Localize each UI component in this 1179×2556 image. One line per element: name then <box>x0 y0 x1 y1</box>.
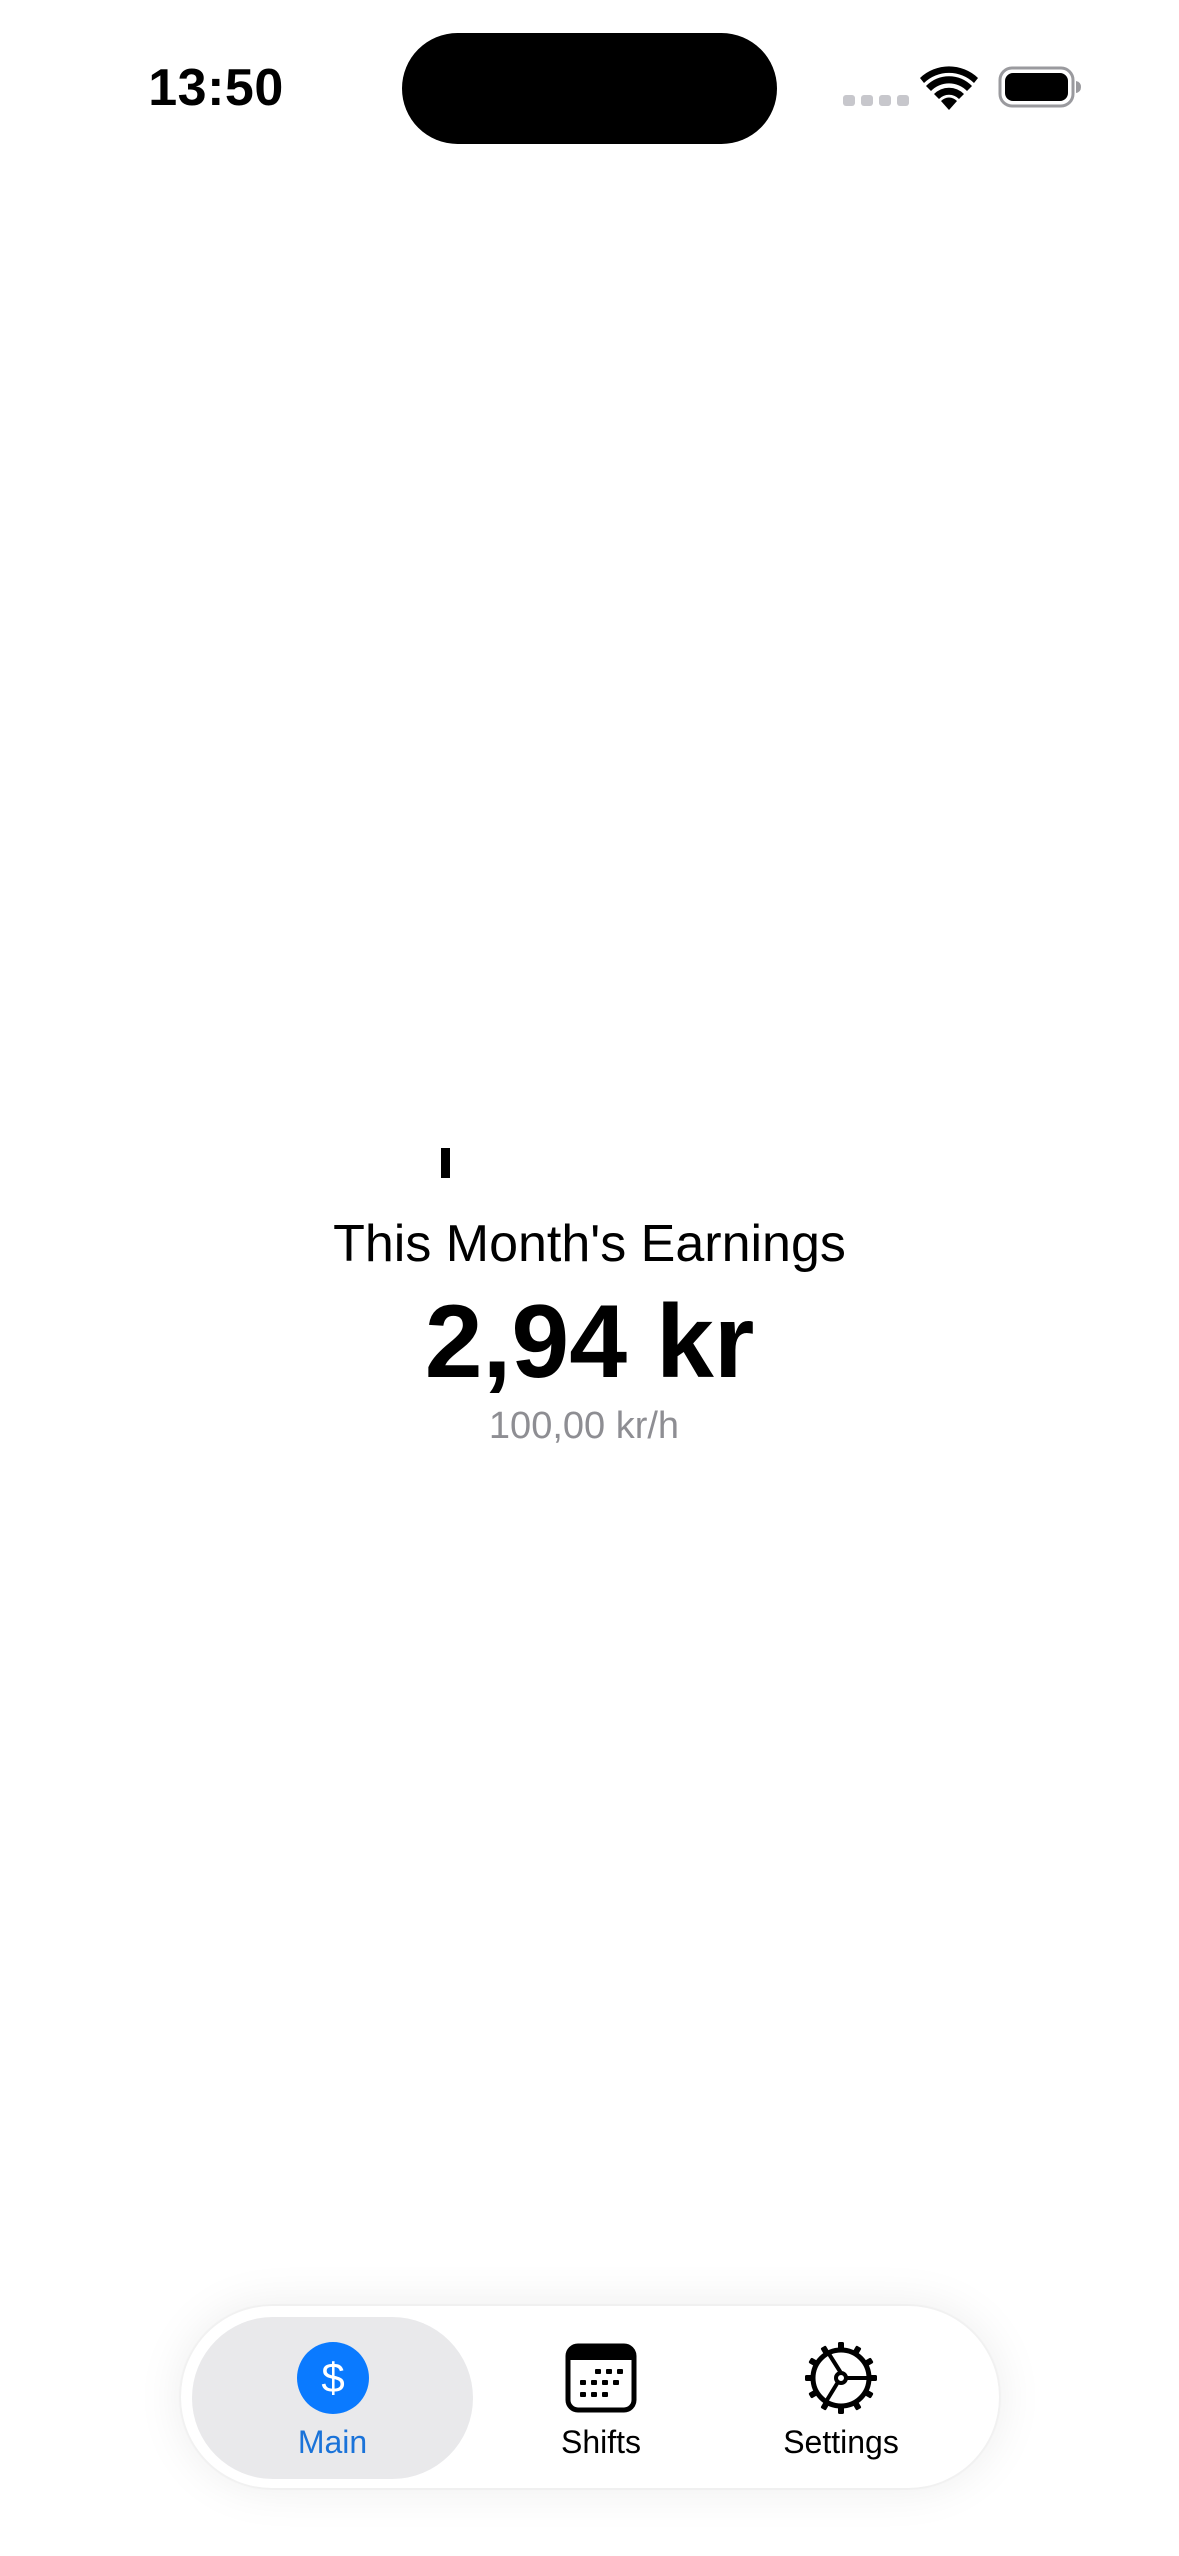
gear-icon <box>805 2342 877 2414</box>
svg-text:$: $ <box>321 2354 344 2401</box>
tab-bar: $ Main Shifts Settings <box>181 2306 999 2488</box>
tab-main-label: Main <box>297 2424 368 2460</box>
earnings-amount: 2,94 kr <box>424 1284 755 1400</box>
cellular-signal-icon <box>843 95 909 106</box>
hourly-rate: 100,00 kr/h <box>488 1405 680 1447</box>
dollar-sign-icon: $ <box>296 2342 369 2414</box>
dynamic-island <box>402 33 777 144</box>
tab-shifts[interactable]: Shifts <box>521 2306 681 2488</box>
tab-settings-label: Settings <box>783 2424 899 2460</box>
tab-settings[interactable]: Settings <box>761 2306 921 2488</box>
tab-main[interactable]: $ Main <box>192 2317 473 2479</box>
calendar-icon <box>565 2343 637 2413</box>
status-time: 13:50 <box>148 59 284 117</box>
battery-icon <box>998 66 1081 108</box>
text-cursor <box>441 1148 450 1178</box>
earnings-title: This Month's Earnings <box>333 1215 846 1273</box>
wifi-icon <box>920 66 978 110</box>
tab-shifts-label: Shifts <box>560 2424 642 2460</box>
